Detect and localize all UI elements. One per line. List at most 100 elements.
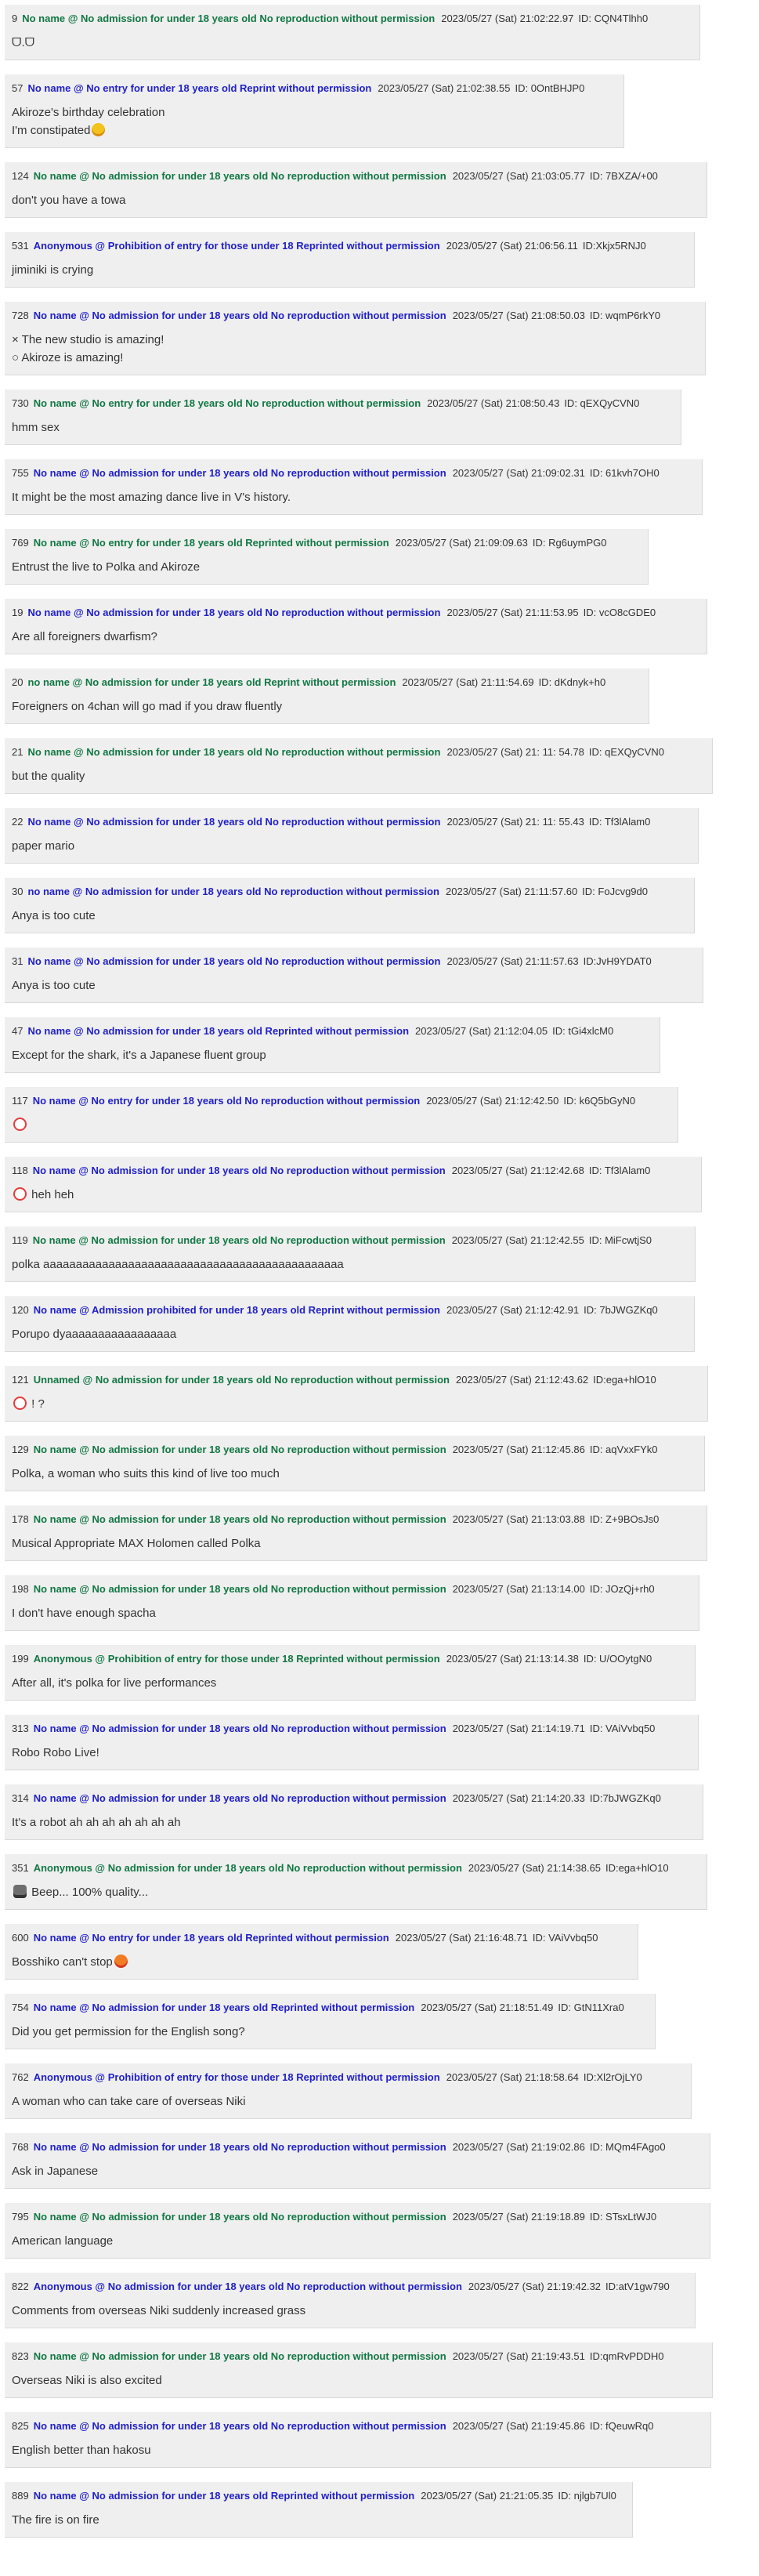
post-number[interactable]: 129 xyxy=(12,1444,29,1455)
post-number[interactable]: 754 xyxy=(12,2002,29,2013)
poster-id[interactable]: ID: wqmP6rkY0 xyxy=(590,310,660,321)
post-text: Entrust the live to Polka and Akiroze xyxy=(12,560,201,574)
post-number[interactable]: 57 xyxy=(12,82,23,94)
poster-id[interactable]: ID: STsxLtWJ0 xyxy=(590,2211,656,2223)
post-text-line: jiminiki is crying xyxy=(12,261,687,279)
post-number[interactable]: 124 xyxy=(12,170,29,182)
post-number[interactable]: 120 xyxy=(12,1304,29,1316)
post-text: Ask in Japanese xyxy=(12,2165,99,2178)
post-number[interactable]: 728 xyxy=(12,310,29,321)
poster-id[interactable]: ID: MQm4FAgo0 xyxy=(590,2141,666,2153)
poster-id[interactable]: ID: FoJcvg9d0 xyxy=(582,886,648,897)
poster-id[interactable]: ID:ega+hlO10 xyxy=(593,1374,656,1386)
poster-id[interactable]: ID:Xkjx5RNJ0 xyxy=(583,240,646,252)
post-number[interactable]: 20 xyxy=(12,676,23,688)
poster-id[interactable]: ID: Tf3lAlam0 xyxy=(589,1165,651,1176)
post-number[interactable]: 755 xyxy=(12,467,29,479)
poster-name: No name @ No admission for under 18 year… xyxy=(27,746,441,758)
poster-name: No name @ No admission for under 18 year… xyxy=(27,816,441,828)
poster-id[interactable]: ID: qEXQyCVN0 xyxy=(589,746,664,758)
post-number[interactable]: 22 xyxy=(12,816,23,828)
post-number[interactable]: 19 xyxy=(12,607,23,618)
clown-emoji-icon xyxy=(13,1118,27,1131)
poster-id[interactable]: ID:ega+hlO10 xyxy=(605,1862,669,1874)
poster-id[interactable]: ID: k6Q5bGyN0 xyxy=(563,1095,635,1107)
poster-id[interactable]: ID: MiFcwtjS0 xyxy=(589,1234,652,1246)
poster-id[interactable]: ID: fQeuwRq0 xyxy=(590,2420,654,2432)
poster-id[interactable]: ID: Z+9BOsJs0 xyxy=(590,1513,660,1525)
post-number[interactable]: 600 xyxy=(12,1932,29,1944)
poster-id[interactable]: ID: Rg6uymPG0 xyxy=(533,537,607,549)
post-header: 755 No name @ No admission for under 18 y… xyxy=(12,466,695,480)
post-number[interactable]: 9 xyxy=(12,13,17,24)
post-number[interactable]: 351 xyxy=(12,1862,29,1874)
post-number[interactable]: 795 xyxy=(12,2211,29,2223)
poster-id[interactable]: ID: vcO8cGDE0 xyxy=(584,607,656,618)
post-text: ᗜ.ᗜ xyxy=(12,36,35,49)
poster-id[interactable]: ID:JvH9YDAT0 xyxy=(584,955,652,967)
post-number[interactable]: 178 xyxy=(12,1513,29,1525)
poster-id[interactable]: ID: njlgb7Ul0 xyxy=(558,2490,616,2502)
poster-name: No name @ No admission for under 18 year… xyxy=(33,1792,446,1804)
post-number[interactable]: 313 xyxy=(12,1723,29,1734)
post-number[interactable]: 823 xyxy=(12,2350,29,2362)
poster-name: No name @ No admission for under 18 year… xyxy=(33,310,446,321)
poster-id[interactable]: ID: 0OntBHJP0 xyxy=(515,82,584,94)
post-number[interactable]: 119 xyxy=(12,1234,28,1246)
poster-name: No name @ No admission for under 18 year… xyxy=(27,1025,410,1037)
post-number[interactable]: 769 xyxy=(12,537,29,549)
post: 313 No name @ No admission for under 18 y… xyxy=(5,1715,699,1770)
post-body: Except for the shark, it's a Japanese fl… xyxy=(12,1046,652,1064)
poster-id[interactable]: ID:7bJWGZKq0 xyxy=(590,1792,661,1804)
post-number[interactable]: 768 xyxy=(12,2141,29,2153)
post-number[interactable]: 531 xyxy=(12,240,29,252)
poster-id[interactable]: ID: 7BXZA/+00 xyxy=(590,170,658,182)
poster-id[interactable]: ID: U/OOytgN0 xyxy=(584,1653,652,1665)
post-header: 119 No name @ No admission for under 18 y… xyxy=(12,1233,688,1248)
post-number[interactable]: 730 xyxy=(12,397,29,409)
post-number[interactable]: 118 xyxy=(12,1165,28,1176)
post-number[interactable]: 822 xyxy=(12,2281,29,2292)
post-header: 769 No name @ No entry for under 18 years… xyxy=(12,535,641,550)
poster-id[interactable]: ID: 61kvh7OH0 xyxy=(590,467,660,479)
poster-id[interactable]: ID: aqVxxFYk0 xyxy=(590,1444,658,1455)
post-body: Bosshiko can't stop xyxy=(12,1953,631,1971)
poster-id[interactable]: ID: tGi4xlcM0 xyxy=(552,1025,613,1037)
post-number[interactable]: 117 xyxy=(12,1095,28,1107)
poster-name: No name @ No admission for under 18 year… xyxy=(27,955,441,967)
post-number[interactable]: 121 xyxy=(12,1374,29,1386)
poster-id[interactable]: ID: JOzQj+rh0 xyxy=(590,1583,655,1595)
post-number[interactable]: 21 xyxy=(12,746,23,758)
poster-id[interactable]: ID: VAiVvbq50 xyxy=(590,1723,656,1734)
poster-id[interactable]: ID: Tf3lAlam0 xyxy=(589,816,651,828)
poster-id[interactable]: ID:Xl2rOjLY0 xyxy=(584,2071,642,2083)
post-number[interactable]: 198 xyxy=(12,1583,29,1595)
poster-id[interactable]: ID: VAiVvbq50 xyxy=(533,1932,598,1944)
post-text: After all, it's polka for live performan… xyxy=(12,1676,217,1690)
post: 117 No name @ No entry for under 18 years… xyxy=(5,1087,678,1143)
poster-id[interactable]: ID:qmRvPDDH0 xyxy=(590,2350,664,2362)
post: 198 No name @ No admission for under 18 y… xyxy=(5,1575,699,1631)
post-number[interactable]: 47 xyxy=(12,1025,23,1037)
post-text-line: don't you have a towa xyxy=(12,191,699,209)
poster-id[interactable]: ID: qEXQyCVN0 xyxy=(564,397,639,409)
post-number[interactable]: 889 xyxy=(12,2490,29,2502)
post-body: but the quality xyxy=(12,767,705,785)
poster-id[interactable]: ID: GtN11Xra0 xyxy=(558,2002,623,2013)
poster-id[interactable]: ID: 7bJWGZKq0 xyxy=(584,1304,658,1316)
post-text: I don't have enough spacha xyxy=(12,1607,156,1620)
post-text-line: Polka, a woman who suits this kind of li… xyxy=(12,1465,697,1483)
post-number[interactable]: 314 xyxy=(12,1792,29,1804)
post: 19 No name @ No admission for under 18 ye… xyxy=(5,599,707,654)
poster-id[interactable]: ID:atV1gw790 xyxy=(605,2281,670,2292)
post-number[interactable]: 762 xyxy=(12,2071,29,2083)
post-header: 728 No name @ No admission for under 18 y… xyxy=(12,308,698,323)
post: 9 No name @ No admission for under 18 yea… xyxy=(5,5,700,60)
post-number[interactable]: 31 xyxy=(12,955,23,967)
poster-id[interactable]: ID: CQN4Tlhh0 xyxy=(578,13,648,24)
post-body: Did you get permission for the English s… xyxy=(12,2023,648,2041)
post-number[interactable]: 30 xyxy=(12,886,23,897)
post-number[interactable]: 199 xyxy=(12,1653,29,1665)
post-number[interactable]: 825 xyxy=(12,2420,29,2432)
poster-id[interactable]: ID: dKdnyk+h0 xyxy=(539,676,606,688)
